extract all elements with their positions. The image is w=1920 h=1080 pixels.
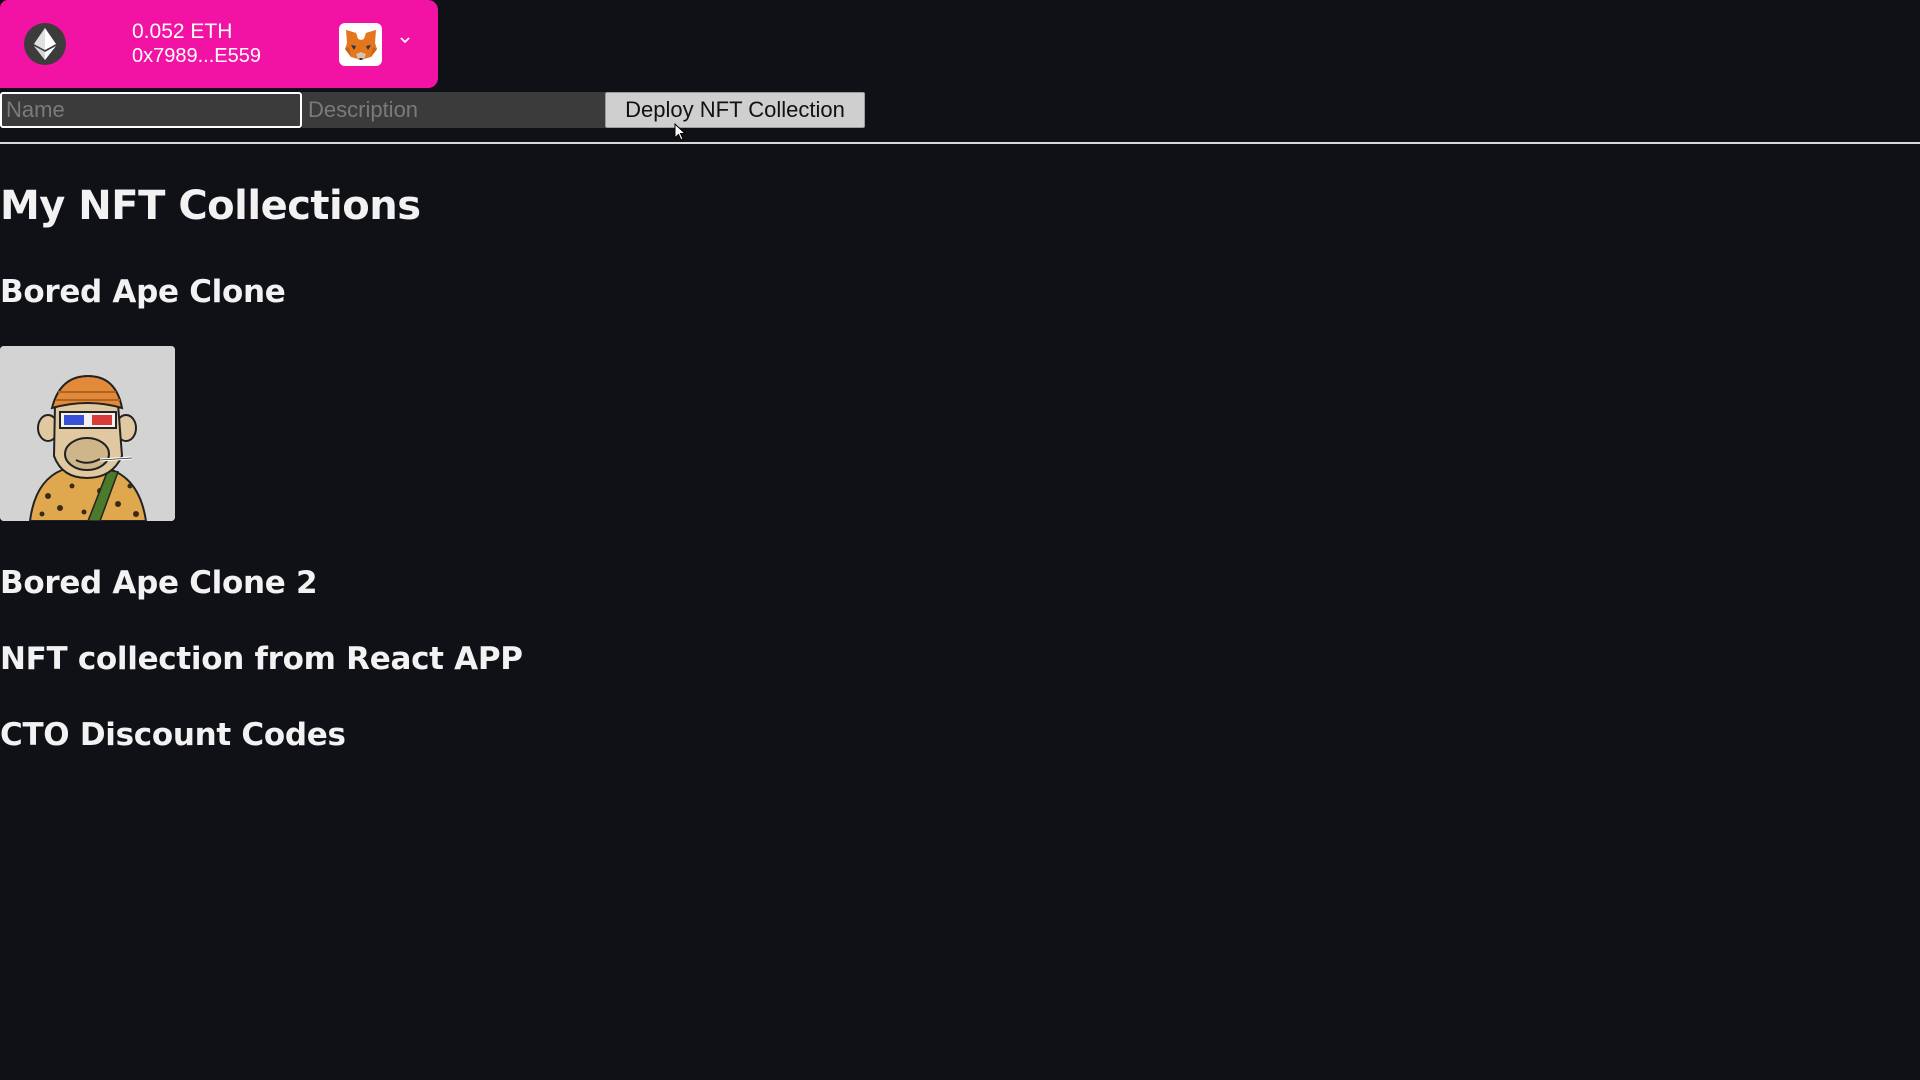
collection-title: Bored Ape Clone 2 xyxy=(0,565,318,601)
page-title: My NFT Collections xyxy=(0,183,421,229)
chevron-down-icon xyxy=(398,33,412,47)
wallet-info: 0.052 ETH 0x7989...E559 xyxy=(132,19,261,69)
nft-image-bored-ape[interactable] xyxy=(0,346,175,521)
metamask-fox-icon xyxy=(339,23,382,66)
collection-title: Bored Ape Clone xyxy=(0,274,286,310)
ethereum-icon xyxy=(24,23,66,65)
wallet-address: 0x7989...E559 xyxy=(132,45,261,67)
deploy-form: Deploy NFT Collection xyxy=(0,92,865,128)
divider xyxy=(0,142,1920,144)
deploy-nft-collection-button[interactable]: Deploy NFT Collection xyxy=(605,92,865,128)
collection-title: NFT collection from React APP xyxy=(0,641,523,677)
wallet-balance: 0.052 ETH xyxy=(132,20,233,43)
collection-title: CTO Discount Codes xyxy=(0,717,346,753)
description-input[interactable] xyxy=(302,92,605,128)
wallet-connect-button[interactable]: 0.052 ETH 0x7989...E559 xyxy=(0,0,438,88)
name-input[interactable] xyxy=(0,92,302,128)
